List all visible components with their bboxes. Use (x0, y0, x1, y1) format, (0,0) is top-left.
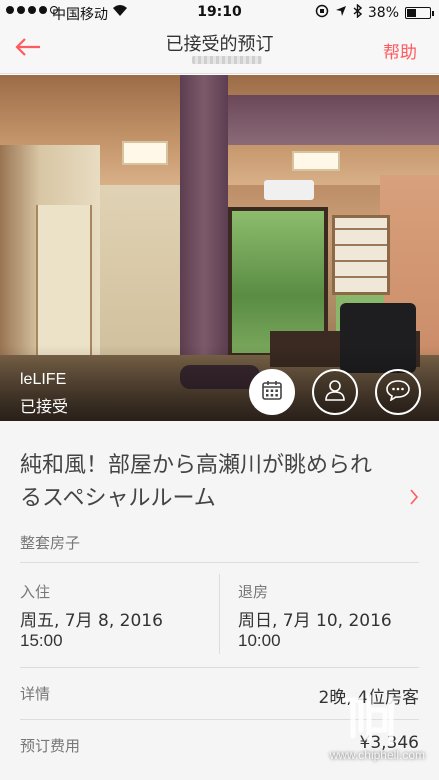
checkout-time: 10:00 (238, 631, 281, 650)
rotation-lock-icon (315, 4, 329, 22)
details-label: 详情 (20, 685, 51, 703)
fee-label: 预订费用 (20, 737, 81, 755)
divider (20, 667, 419, 668)
bluetooth-icon (353, 3, 362, 22)
site-logo-watermark (342, 693, 394, 745)
calendar-icon (261, 379, 283, 405)
checkin-date: 周五, 7月 8, 2016 (20, 611, 163, 631)
room-type: 整套房子 (20, 534, 81, 552)
battery-icon (405, 7, 434, 19)
message-button[interactable] (375, 369, 421, 415)
checkin-label: 入住 (20, 583, 51, 601)
watermark-text: www.chiphell.com (329, 748, 425, 762)
checkout-label: 退房 (238, 583, 269, 601)
host-profile-button[interactable] (312, 369, 358, 415)
page-title: 已接受的预订 (165, 34, 274, 55)
help-button[interactable]: 帮助 (383, 38, 417, 63)
blurred-reservation-code (192, 56, 262, 64)
location-arrow-icon (335, 5, 347, 21)
status-bar: 中国移动 19:10 38% (0, 0, 439, 26)
checkin-time: 15:00 (20, 631, 63, 650)
divider (20, 562, 419, 563)
navigation-bar: 已接受的预订 帮助 (0, 26, 439, 74)
divider (219, 574, 220, 654)
host-name: leLIFE (20, 371, 67, 388)
chat-icon (385, 379, 411, 405)
calendar-button[interactable] (249, 369, 295, 415)
checkout-date: 周日, 7月 10, 2016 (238, 611, 392, 631)
chevron-right-icon[interactable] (409, 487, 419, 511)
listing-photo[interactable]: leLIFE 已接受 (0, 75, 439, 421)
user-icon (324, 378, 346, 406)
listing-title[interactable]: 純和風！部屋から高瀬川が眺められるスペシャルルーム (20, 449, 390, 515)
battery-percent: 38% (367, 5, 399, 21)
reservation-status: 已接受 (20, 397, 69, 416)
